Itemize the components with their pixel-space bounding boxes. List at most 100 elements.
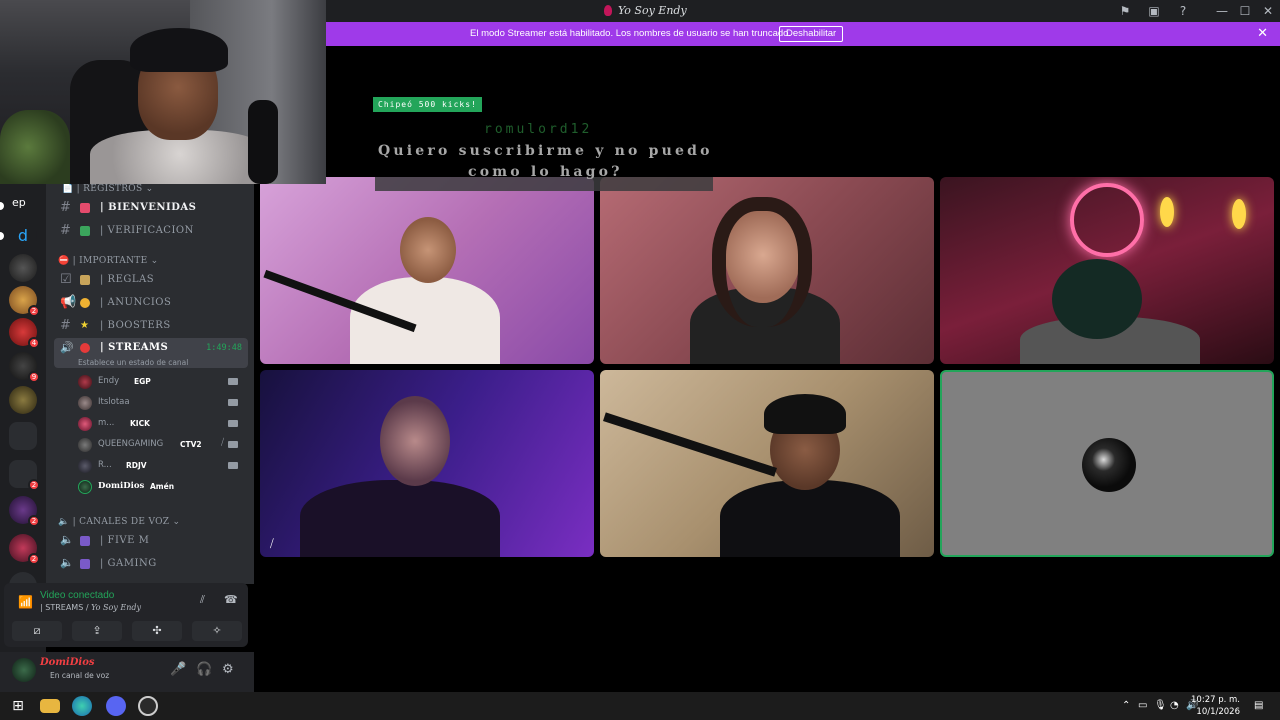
voice-user[interactable]: Endy EGP <box>76 372 246 392</box>
disconnect-icon[interactable]: ☎ <box>224 593 238 606</box>
camera-icon <box>228 420 238 427</box>
close-banner-icon[interactable]: ✕ <box>1257 26 1268 41</box>
notifications-icon[interactable]: ▤ <box>1254 700 1263 711</box>
camera-icon <box>228 441 238 448</box>
channel-bienvenidas[interactable]: # | BIENVENIDAS <box>54 198 248 218</box>
server-icon[interactable]: 2 <box>9 286 40 317</box>
share-screen-button[interactable]: ⇪ <box>72 621 122 641</box>
channel-status[interactable]: Establece un estado de canal <box>78 358 188 367</box>
scroll-emoji-icon <box>80 275 90 285</box>
video-tile[interactable] <box>600 177 934 364</box>
avatar <box>78 459 92 473</box>
channel-reglas[interactable]: ☑ | REGLAS <box>54 270 248 290</box>
windows-start-icon[interactable]: ⊞ <box>8 696 28 716</box>
tray-chevron-icon[interactable]: ⌃ <box>1122 700 1130 711</box>
mail-emoji-icon <box>80 203 90 213</box>
microphone-icon[interactable]: 🎤 <box>170 662 186 677</box>
participant-body <box>300 480 500 557</box>
streamer-microphone <box>248 100 278 184</box>
voice-user-name: Endy <box>98 376 120 386</box>
screen-share-icon[interactable]: ▣ <box>1146 3 1162 19</box>
unread-pill <box>0 232 4 240</box>
channel-anuncios[interactable]: 📢 | ANUNCIOS <box>54 293 248 313</box>
voice-user-name: m... <box>98 418 115 428</box>
tray-network-icon[interactable]: ◔ <box>1170 700 1179 711</box>
server-icon[interactable] <box>9 254 37 282</box>
clock-date: 10/1/2026 <box>1196 707 1240 717</box>
voice-user-name: R... <box>98 460 112 470</box>
help-icon[interactable]: ? <box>1175 3 1191 19</box>
tray-device-icon[interactable]: ▭ <box>1138 700 1147 711</box>
star-emoji-icon: ★ <box>80 320 89 331</box>
noise-suppression-icon[interactable]: ⫽ <box>200 593 205 607</box>
voice-user[interactable]: m... KICK <box>76 414 246 434</box>
server-icon[interactable]: 4 <box>9 318 40 349</box>
participant-head <box>400 217 456 283</box>
participant-head <box>380 396 450 486</box>
mention-badge: 2 <box>28 479 40 491</box>
voice-user[interactable]: Itslotaa <box>76 393 246 413</box>
user-tag: Amén <box>150 482 175 491</box>
participant-cap <box>1052 259 1142 339</box>
activities-button[interactable]: ✣ <box>132 621 182 641</box>
voice-user[interactable]: R... RDJV <box>76 456 246 476</box>
minimize-icon[interactable]: — <box>1214 3 1230 19</box>
server-folder[interactable]: 2 <box>9 460 40 491</box>
user-tag: KICK <box>130 419 150 428</box>
server-icon[interactable]: 2 <box>9 534 40 565</box>
tray-mic-icon[interactable]: 🎙 <box>1154 700 1167 711</box>
disable-streamer-button[interactable]: Deshabilitar <box>779 26 844 42</box>
settings-gear-icon[interactable]: ⚙ <box>222 662 234 677</box>
video-tile-avatar[interactable] <box>940 370 1274 557</box>
username: DomiDios <box>40 657 95 668</box>
chat-message-line-1: Quiero suscribirme y no puedo <box>378 143 713 159</box>
soundboard-button[interactable]: ✧ <box>192 621 242 641</box>
video-tile[interactable]: ⧸ <box>260 370 594 557</box>
server-icon[interactable]: d <box>9 222 37 250</box>
inbox-flag-icon[interactable]: ⚑ <box>1117 3 1133 19</box>
server-icon[interactable]: 9 <box>9 352 40 383</box>
kick-alert-banner: Chipeó 500 kicks! <box>373 97 482 112</box>
voice-channel-five-m[interactable]: 🔈 | FIVE M <box>54 531 248 551</box>
voice-status[interactable]: Video conectado <box>40 590 114 601</box>
close-window-icon[interactable]: ✕ <box>1260 3 1276 19</box>
taskbar-clock[interactable]: 10:27 p. m. 10/1/2026 <box>1191 694 1240 718</box>
headphones-icon[interactable]: 🎧 <box>196 662 212 677</box>
category-label: | REGISTROS <box>76 184 143 194</box>
streamer-mode-message: El modo Streamer está habilitado. Los no… <box>470 28 792 39</box>
voice-user-self[interactable]: DomiDios Amén <box>76 477 246 497</box>
channel-label: | GAMING <box>100 558 157 569</box>
streamer-webcam-overlay <box>0 0 326 184</box>
discord-taskbar-icon[interactable] <box>106 696 126 716</box>
obs-taskbar-icon[interactable] <box>138 696 158 716</box>
channel-verificacion[interactable]: # | VERIFICACION <box>54 221 248 241</box>
edge-browser-icon[interactable] <box>72 696 92 716</box>
camera-off-button[interactable]: ⧄ <box>12 621 62 641</box>
server-icon[interactable]: 2 <box>9 496 40 527</box>
voice-user-name: QUEENGAMING <box>98 439 164 449</box>
channel-boosters[interactable]: # ★ | BOOSTERS <box>54 316 248 336</box>
video-tile[interactable] <box>940 177 1274 364</box>
category-importante[interactable]: ⛔ | IMPORTANTE ⌄ <box>58 256 158 266</box>
channel-label: | BIENVENIDAS <box>100 202 197 213</box>
video-tile[interactable] <box>260 177 594 364</box>
avatar[interactable] <box>12 658 36 682</box>
video-tile[interactable] <box>600 370 934 557</box>
server-folder[interactable] <box>9 422 37 450</box>
text-channel-icon: # <box>60 223 71 238</box>
server-ep[interactable]: ep <box>12 196 26 209</box>
avatar <box>78 375 92 389</box>
server-icon[interactable] <box>9 386 37 414</box>
voice-channel-gaming[interactable]: 🔈 | GAMING <box>54 554 248 574</box>
voice-channel-icon: 🔊 <box>60 341 74 354</box>
voice-user[interactable]: QUEENGAMING CTV2 ⧸ <box>76 435 246 455</box>
channel-streams[interactable]: 🔊 | STREAMS 1:49:48 Establece un estado … <box>54 338 248 368</box>
file-explorer-icon[interactable] <box>40 699 60 713</box>
no-entry-emoji-icon <box>80 343 90 353</box>
category-registros[interactable]: 📄 | REGISTROS ⌄ <box>62 184 153 194</box>
maximize-icon[interactable]: ☐ <box>1237 3 1253 19</box>
category-voz[interactable]: 🔈 | CANALES DE VOZ ⌄ <box>58 517 180 527</box>
mention-badge: 4 <box>28 337 40 349</box>
user-tag: CTV2 <box>180 440 202 449</box>
voice-user-name: Itslotaa <box>98 397 130 407</box>
